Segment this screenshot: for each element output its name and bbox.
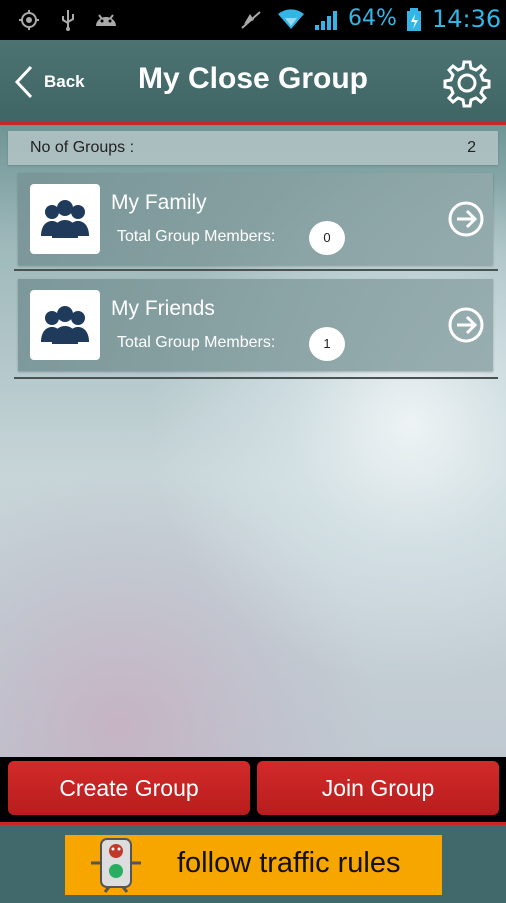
status-bar: 64% 14:36 bbox=[0, 0, 506, 40]
wifi-icon bbox=[278, 9, 304, 30]
members-label: Total Group Members: bbox=[117, 334, 276, 351]
group-icon bbox=[30, 184, 100, 254]
gps-icon bbox=[19, 10, 39, 30]
group-count-label: No of Groups : bbox=[30, 139, 135, 156]
footer: follow traffic rules bbox=[0, 822, 506, 903]
members-label: Total Group Members: bbox=[117, 228, 276, 245]
content-area: No of Groups : 2 My Family Total Group M… bbox=[0, 125, 506, 757]
gear-icon[interactable] bbox=[442, 58, 492, 108]
battery-charging-icon bbox=[407, 8, 421, 31]
signal-icon bbox=[315, 11, 337, 30]
usb-icon bbox=[62, 10, 74, 31]
battery-percent: 64% bbox=[348, 6, 397, 31]
group-row-my-family[interactable]: My Family Total Group Members: 0 bbox=[18, 173, 493, 265]
group-row-my-friends[interactable]: My Friends Total Group Members: 1 bbox=[18, 279, 493, 371]
android-debug-icon bbox=[96, 14, 116, 26]
group-name: My Friends bbox=[111, 297, 215, 320]
page-title: My Close Group bbox=[137, 62, 369, 95]
arrow-right-circle-icon[interactable] bbox=[447, 200, 485, 238]
divider bbox=[14, 377, 498, 379]
group-icon bbox=[30, 290, 100, 360]
action-bar: Create Group Join Group bbox=[0, 757, 506, 821]
group-name: My Family bbox=[111, 191, 207, 214]
join-group-button[interactable]: Join Group bbox=[257, 761, 499, 815]
ad-banner[interactable]: follow traffic rules bbox=[65, 835, 442, 895]
create-group-button[interactable]: Create Group bbox=[8, 761, 250, 815]
arrow-right-circle-icon[interactable] bbox=[447, 306, 485, 344]
traffic-light-mascot-icon bbox=[91, 838, 141, 893]
ad-text: follow traffic rules bbox=[177, 847, 401, 879]
muted-icon bbox=[241, 11, 261, 29]
members-count-badge: 1 bbox=[309, 327, 345, 361]
app-header: Back My Close Group bbox=[0, 40, 506, 125]
group-count-value: 2 bbox=[467, 139, 476, 156]
group-count-bar: No of Groups : 2 bbox=[8, 131, 498, 165]
status-time: 14:36 bbox=[432, 5, 502, 33]
divider bbox=[14, 269, 498, 271]
members-count-badge: 0 bbox=[309, 221, 345, 255]
